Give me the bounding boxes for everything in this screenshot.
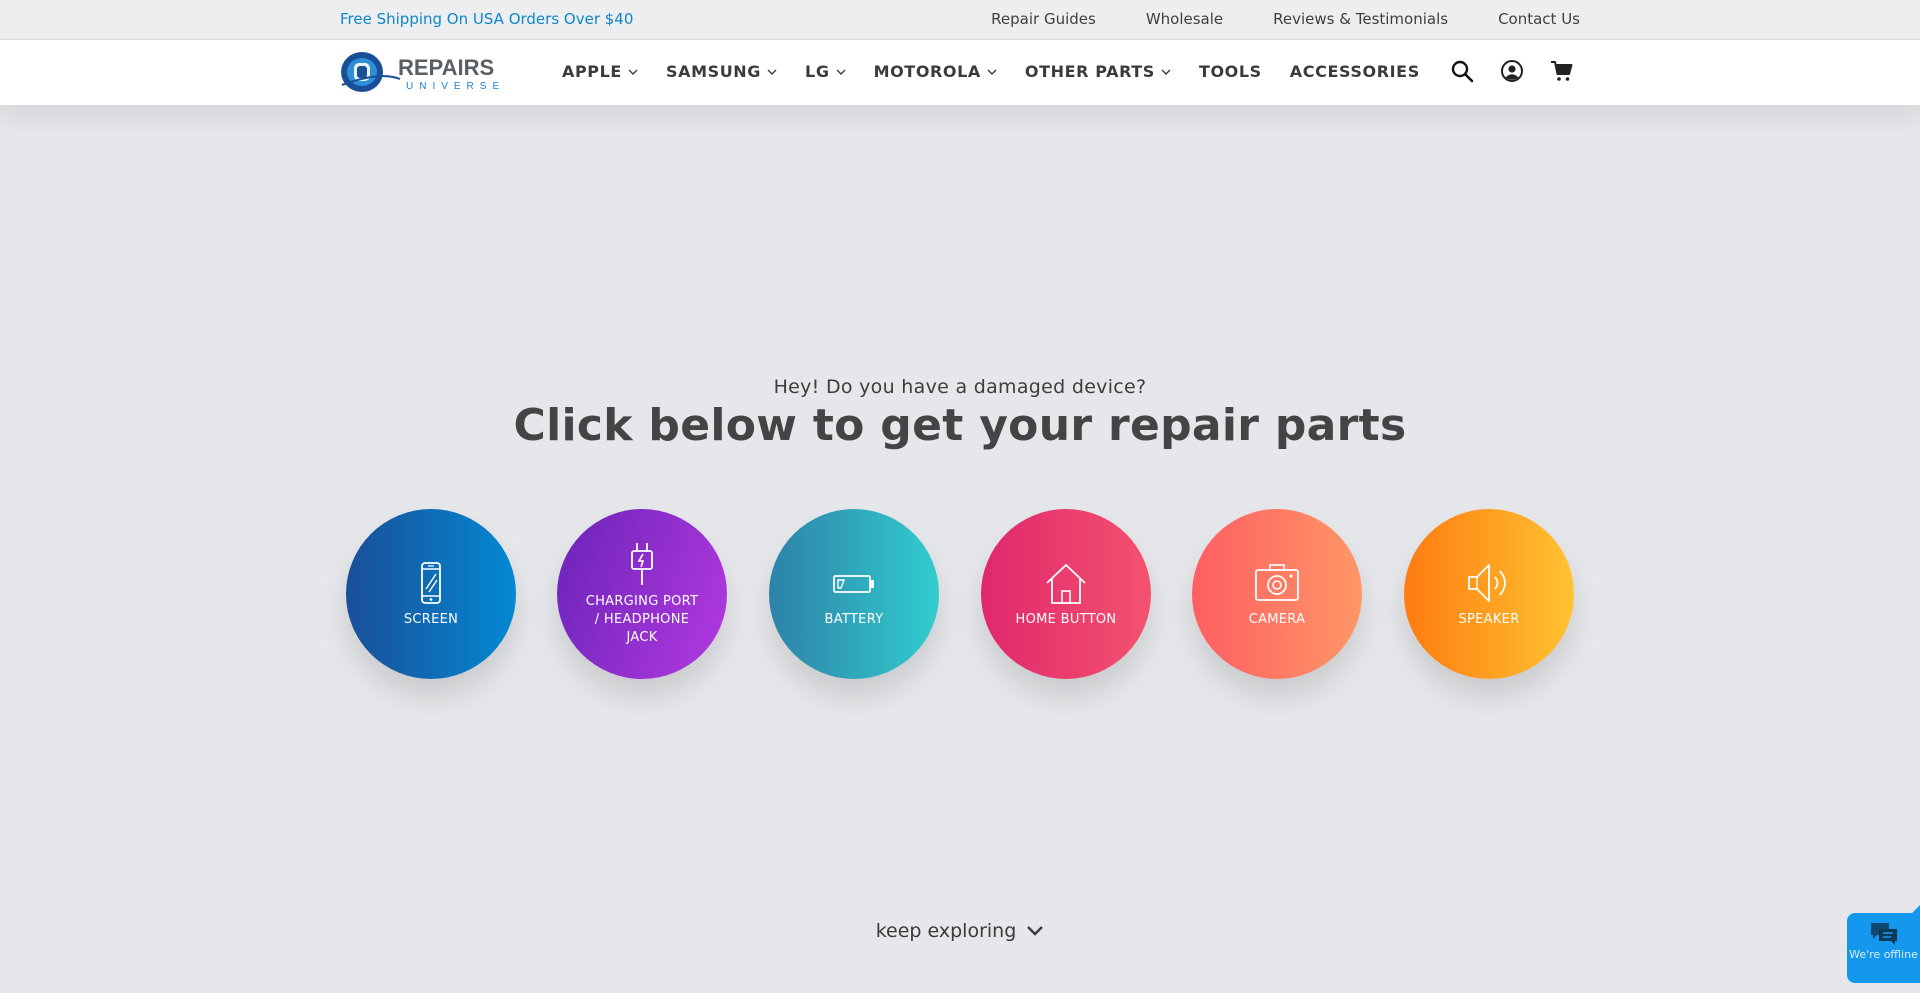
nav-item-label: LG [805,62,830,81]
chat-status: We're offline [1849,948,1918,961]
category-speaker-button[interactable]: SPEAKER [1404,509,1574,679]
svg-text:REPAIRS: REPAIRS [398,55,494,80]
camera-icon [1255,564,1299,601]
category-label: CHARGING PORT / HEADPHONE JACK [585,594,699,645]
hero-subtitle: Hey! Do you have a damaged device? [773,376,1147,398]
category-battery-button[interactable]: BATTERY [769,509,939,679]
category-label: SPEAKER [1458,612,1520,627]
chat-widget-button[interactable]: We're offline [1847,913,1920,983]
battery-icon [833,575,874,593]
nav-item-label: APPLE [562,62,622,81]
home-icon [1046,563,1086,604]
category-label: CAMERA [1248,612,1306,627]
nav-item-label: SAMSUNG [665,62,762,81]
speaker-icon [1468,564,1506,602]
category-charging-port-button[interactable]: CHARGING PORT / HEADPHONE JACK [557,509,727,679]
nav-item-samsung[interactable]: SAMSUNG [666,62,777,81]
nav-item-label: OTHER PARTS [1024,62,1155,81]
cart-icon[interactable] [1550,59,1574,83]
nav-item-other-parts[interactable]: OTHER PARTS [1025,62,1171,81]
chevron-down-icon [1027,926,1044,936]
nav-icons [1450,59,1574,83]
search-icon[interactable] [1450,59,1474,83]
account-icon[interactable] [1500,59,1524,83]
repairs-universe-logo[interactable]: REPAIRS UNIVERSE [340,49,526,95]
category-camera-button[interactable]: CAMERA [1192,509,1362,679]
nav-item-motorola[interactable]: MOTOROLA [874,62,997,81]
category-label: HOME BUTTON [1015,612,1117,627]
phone-screen-icon [421,562,441,604]
chevron-down-icon [836,69,846,75]
charging-plug-icon [631,543,653,585]
keep-exploring-label: keep exploring [875,920,1017,942]
main-menu: APPLE SAMSUNG LG MOTOROLA OTHER PARTS TO… [562,62,1420,81]
category-screen-button[interactable]: SCREEN [346,509,516,679]
chevron-down-icon [987,69,997,75]
top-links: Repair Guides Wholesale Reviews & Testim… [991,10,1580,28]
nav-item-accessories[interactable]: ACCESSORIES [1290,62,1420,81]
category-home-button-button[interactable]: HOME BUTTON [981,509,1151,679]
hero-title: Click below to get your repair parts [513,400,1407,451]
svg-text:UNIVERSE: UNIVERSE [406,81,505,92]
link-wholesale[interactable]: Wholesale [1146,10,1223,28]
nav-item-label: MOTOROLA [873,62,981,81]
category-label: SCREEN [403,612,459,627]
nav-item-lg[interactable]: LG [805,62,846,81]
main-navbar: REPAIRS UNIVERSE APPLE SAMSUNG LG MOTORO… [0,40,1920,105]
nav-item-label: TOOLS [1198,62,1262,81]
chevron-down-icon [1161,69,1171,75]
link-reviews-testimonials[interactable]: Reviews & Testimonials [1273,10,1448,28]
chevron-down-icon [767,69,777,75]
chevron-down-icon [628,69,638,75]
free-shipping-promo[interactable]: Free Shipping On USA Orders Over $40 [340,10,633,28]
chat-bubble-icon [1870,923,1897,945]
category-label: BATTERY [824,612,884,627]
keep-exploring-link[interactable]: keep exploring [0,920,1920,942]
link-contact-us[interactable]: Contact Us [1498,10,1580,28]
top-utility-bar: Free Shipping On USA Orders Over $40 Rep… [0,0,1920,40]
link-repair-guides[interactable]: Repair Guides [991,10,1096,28]
nav-item-tools[interactable]: TOOLS [1199,62,1262,81]
nav-item-apple[interactable]: APPLE [562,62,638,81]
nav-item-label: ACCESSORIES [1289,62,1420,81]
